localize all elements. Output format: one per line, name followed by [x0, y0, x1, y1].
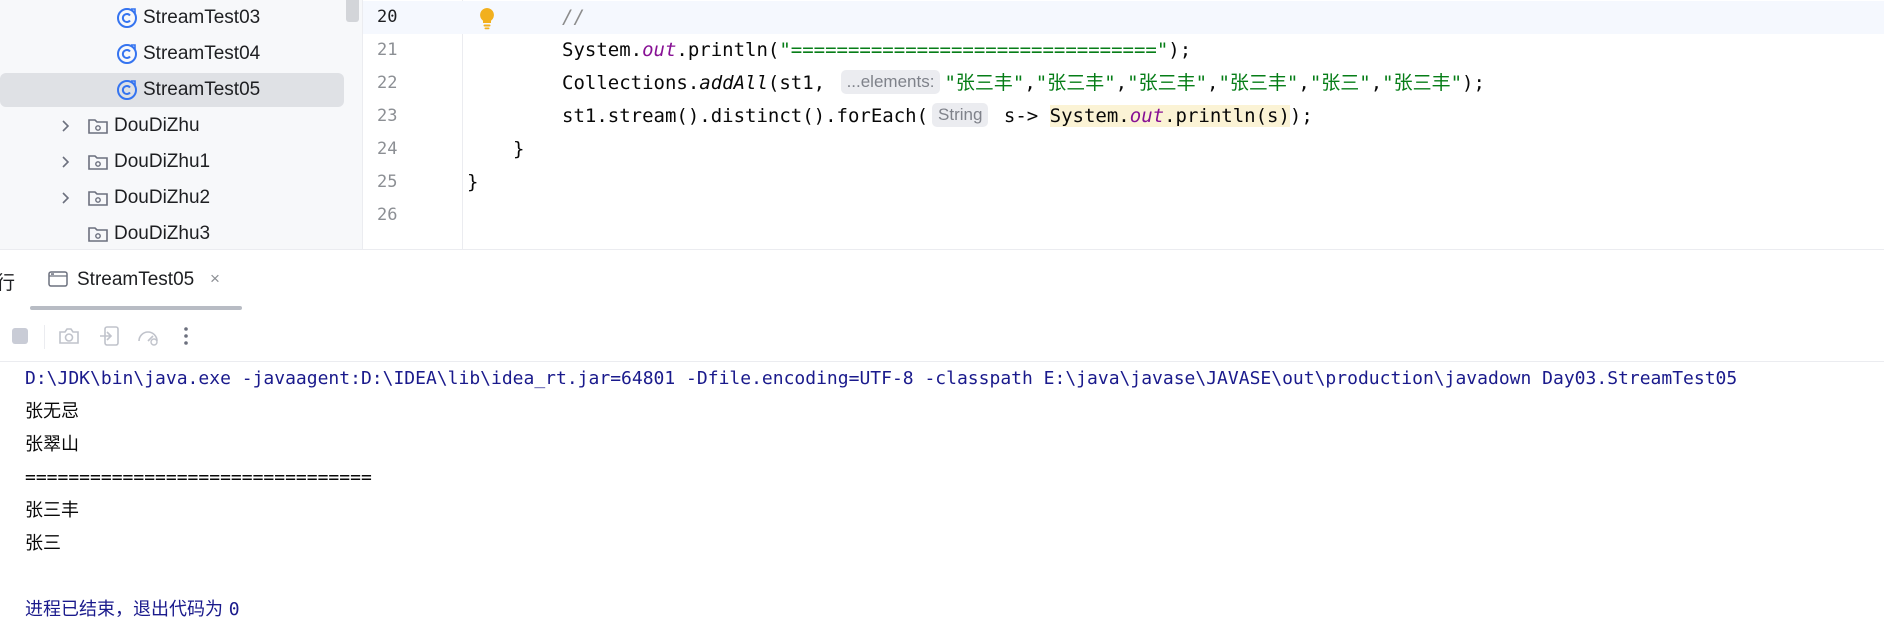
code-string: "张三"	[1309, 72, 1371, 94]
tree-item-doudizhu3[interactable]: DouDiZhu3	[0, 217, 344, 249]
code-field: out	[1129, 105, 1165, 127]
console-line: 张翠山	[25, 434, 79, 455]
parameter-hint: ...elements:	[840, 70, 941, 94]
chevron-right-icon[interactable]	[58, 119, 72, 133]
java-class-icon	[117, 8, 137, 28]
line-number: 25	[377, 172, 398, 192]
tree-item-label: StreamTest05	[143, 79, 261, 100]
chevron-right-icon[interactable]	[58, 155, 72, 169]
tree-item-streamtest03[interactable]: StreamTest03	[0, 1, 344, 35]
code-method: addAll	[699, 72, 768, 94]
code-line-20[interactable]: 20 //	[363, 1, 1884, 34]
code-editor[interactable]: 20 // 21 System.out.println("===========…	[362, 0, 1884, 249]
tab-underline	[30, 306, 242, 310]
run-tool-window-header: 行 StreamTest05 ×	[0, 249, 1884, 311]
line-number: 26	[377, 205, 398, 225]
console-line: 张无忌	[25, 401, 79, 422]
code-text: }	[467, 171, 479, 193]
tree-item-label: DouDiZhu3	[114, 223, 211, 244]
line-number: 24	[377, 139, 398, 159]
exit-message: 进程已结束，退出代码为	[25, 599, 229, 620]
chevron-right-icon[interactable]	[58, 191, 72, 205]
console-exit-line: 进程已结束，退出代码为 0	[25, 593, 240, 626]
tree-item-label: StreamTest04	[143, 43, 261, 64]
import-icon[interactable]	[97, 324, 121, 348]
code-token: System.	[562, 39, 643, 61]
line-number: 23	[377, 106, 398, 126]
run-window-title: 行	[0, 273, 16, 294]
console-line: 张三丰	[25, 500, 79, 521]
run-toolbar	[0, 311, 1884, 361]
java-class-icon	[117, 44, 137, 64]
code-token: st1.stream().distinct().forEach(	[562, 105, 929, 127]
code-string: "张三丰"	[1127, 72, 1208, 94]
code-line-24[interactable]: 24 }	[363, 133, 1884, 166]
package-folder-icon	[88, 191, 108, 206]
tree-item-label: DouDiZhu	[114, 115, 200, 136]
run-tab-streamtest05[interactable]: StreamTest05 ×	[30, 250, 242, 310]
code-token: Collections.	[562, 72, 700, 94]
java-class-icon	[117, 80, 137, 100]
code-token: );	[1289, 105, 1313, 127]
project-tree: StreamTest03 StreamTest04 StreamTest05 D…	[0, 0, 362, 249]
profiler-icon[interactable]	[136, 324, 160, 348]
tree-scrollbar[interactable]	[346, 0, 359, 22]
package-folder-icon	[88, 119, 108, 134]
code-line-21[interactable]: 21 System.out.println("=================…	[363, 34, 1884, 67]
tree-item-doudizhu1[interactable]: DouDiZhu1	[0, 145, 344, 179]
code-line-23[interactable]: 23 st1.stream().distinct().forEach(Strin…	[363, 100, 1884, 133]
console-line: ================================	[25, 467, 372, 488]
code-string: "张三丰"	[944, 72, 1025, 94]
code-token: s->	[992, 105, 1050, 127]
code-token: .println(s)	[1164, 105, 1290, 127]
code-string: "张三丰"	[1218, 72, 1299, 94]
tree-item-label: StreamTest03	[143, 7, 261, 28]
method-reference-highlight: System.out.println(s)	[1049, 105, 1290, 127]
console-command-line: D:\JDK\bin\java.exe -javaagent:D:\IDEA\l…	[25, 368, 1738, 389]
tree-item-label: DouDiZhu2	[114, 187, 211, 208]
package-folder-icon	[88, 155, 108, 170]
console-line: 张三	[25, 533, 61, 554]
code-token: (st1,	[767, 72, 837, 94]
code-text: }	[513, 138, 525, 160]
tree-item-streamtest04[interactable]: StreamTest04	[0, 37, 344, 71]
close-icon[interactable]: ×	[210, 269, 220, 289]
console-window-icon	[48, 271, 68, 287]
code-comment: //	[562, 6, 585, 28]
code-field: out	[642, 39, 677, 61]
tree-item-label: DouDiZhu1	[114, 151, 211, 172]
code-token: );	[1168, 39, 1192, 61]
line-number: 22	[377, 73, 398, 93]
tree-item-doudizhu2[interactable]: DouDiZhu2	[0, 181, 344, 215]
tree-item-doudizhu[interactable]: DouDiZhu	[0, 109, 344, 143]
code-token: );	[1462, 72, 1485, 94]
exit-code: 0	[228, 599, 240, 620]
code-line-22[interactable]: 22 Collections.addAll(st1, ...elements: "…	[363, 67, 1884, 100]
stop-icon[interactable]	[8, 324, 32, 348]
camera-icon[interactable]	[57, 324, 81, 348]
code-token: .println(	[676, 39, 780, 61]
line-number: 21	[377, 40, 398, 60]
type-hint: String	[932, 103, 989, 127]
lightbulb-icon[interactable]	[477, 6, 497, 30]
run-tab-label: StreamTest05	[77, 269, 195, 290]
toolbar-separator	[44, 325, 45, 349]
code-line-25[interactable]: 25 }	[363, 166, 1884, 199]
code-token: System.	[1049, 105, 1130, 127]
code-string: "张三丰"	[1035, 72, 1116, 94]
code-text: //	[562, 1, 585, 34]
code-string: "张三丰"	[1382, 72, 1463, 94]
package-folder-icon	[88, 227, 108, 242]
line-number: 20	[377, 7, 398, 27]
code-string: "================================"	[779, 39, 1169, 61]
code-text: Collections.addAll(st1, ...elements: "张三丰…	[562, 70, 1485, 94]
more-icon[interactable]	[174, 324, 198, 348]
code-text: st1.stream().distinct().forEach(String s…	[562, 100, 1313, 133]
code-text: System.out.println("====================…	[562, 34, 1191, 67]
tree-item-streamtest05[interactable]: StreamTest05	[0, 73, 344, 107]
console-output[interactable]: D:\JDK\bin\java.exe -javaagent:D:\IDEA\l…	[0, 361, 1884, 639]
code-line-26[interactable]: 26	[363, 199, 1884, 232]
